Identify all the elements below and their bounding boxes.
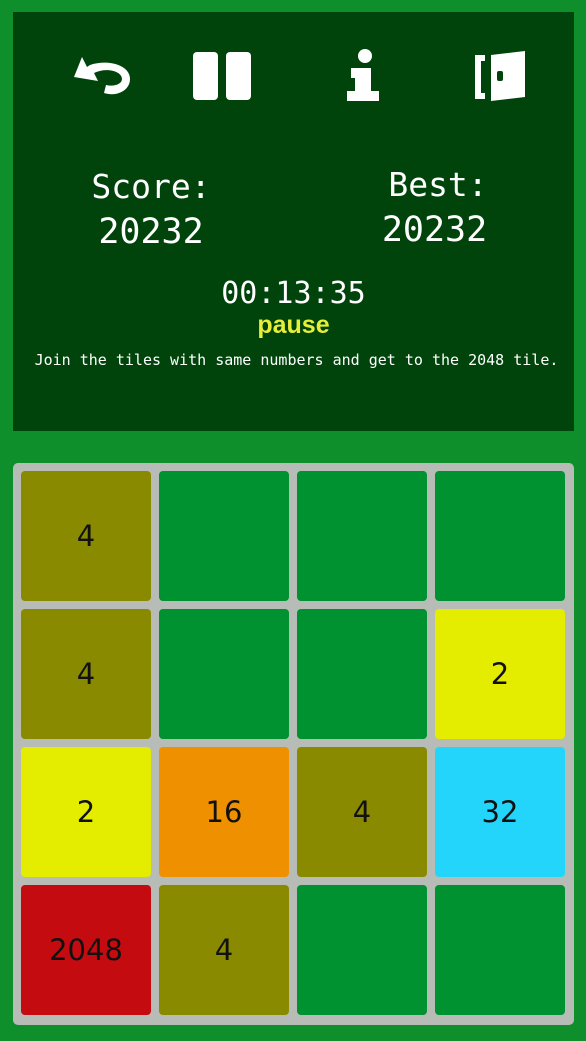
tile: 2 <box>21 747 151 877</box>
tile: 4 <box>21 471 151 601</box>
tile: 4 <box>297 747 427 877</box>
pause-icon <box>193 52 253 102</box>
tile: 2048 <box>21 885 151 1015</box>
toolbar <box>13 12 574 127</box>
empty-tile <box>435 471 565 601</box>
pause-button[interactable] <box>183 42 263 112</box>
empty-tile <box>435 885 565 1015</box>
tile: 32 <box>435 747 565 877</box>
undo-button[interactable] <box>61 42 141 112</box>
empty-tile <box>159 471 289 601</box>
best-value: 20232 <box>381 210 488 250</box>
game-timer: 00:13:35 <box>221 276 366 311</box>
empty-tile <box>297 609 427 739</box>
empty-tile <box>297 471 427 601</box>
tile: 4 <box>159 885 289 1015</box>
empty-tile <box>159 609 289 739</box>
instructions-text: Join the tiles with same numbers and get… <box>34 351 559 369</box>
tile: 4 <box>21 609 151 739</box>
info-icon <box>345 49 385 105</box>
exit-door-icon <box>473 51 529 103</box>
pause-text-button[interactable]: pause <box>13 311 574 340</box>
game-board[interactable]: 4 4 2 2 16 4 32 2048 4 <box>13 463 574 1025</box>
empty-tile <box>297 885 427 1015</box>
undo-icon <box>68 57 134 97</box>
score-label: Score: <box>91 167 211 206</box>
header-panel: Score: 20232 Best: 20232 00:13:35 pause … <box>13 12 574 431</box>
score-value: 20232 <box>98 212 204 252</box>
tile: 2 <box>435 609 565 739</box>
info-button[interactable] <box>325 42 405 112</box>
best-label: Best: <box>388 165 488 204</box>
tile: 16 <box>159 747 289 877</box>
exit-button[interactable] <box>461 42 541 112</box>
